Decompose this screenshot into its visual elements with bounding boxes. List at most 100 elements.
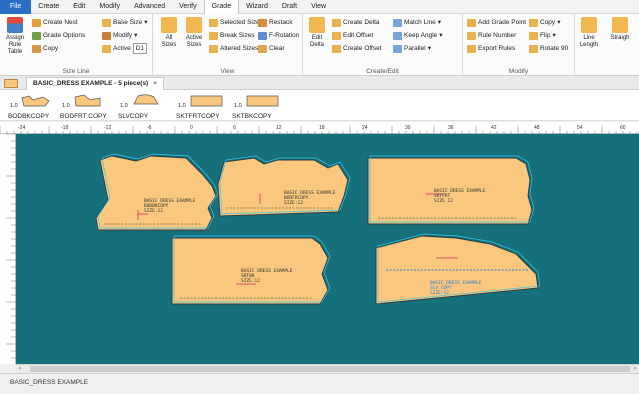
break-sizes-icon bbox=[209, 31, 218, 40]
line-length-button[interactable]: Line Length bbox=[577, 17, 601, 49]
menu-view[interactable]: View bbox=[304, 0, 333, 14]
scroll-left-icon[interactable]: ‹ bbox=[19, 365, 21, 373]
create-delta-button[interactable]: Create Delta bbox=[332, 17, 380, 28]
menu-advanced[interactable]: Advanced bbox=[127, 0, 172, 14]
create-edit-group-label: Create/Edit bbox=[366, 68, 399, 75]
create-delta-icon bbox=[332, 18, 341, 27]
scroll-right-icon[interactable]: › bbox=[634, 365, 636, 373]
piece-thumb-bodbkcopy[interactable]: 1.0 BODBKCOPY bbox=[8, 92, 60, 120]
menu-file[interactable]: File bbox=[0, 0, 32, 14]
match-line-button[interactable]: Match Line ▾ bbox=[393, 17, 441, 28]
piece-name: SKTBKCOPY bbox=[232, 113, 272, 120]
ruler-label: 24 bbox=[362, 125, 368, 131]
active-size-label: Active bbox=[113, 45, 131, 52]
piece-thumb-sktfrtcopy[interactable]: 1.0 SKTFRTCOPY bbox=[176, 92, 234, 120]
pattern-piece-bodfrcopy[interactable]: BASIC DRESS EXAMPLE BODFRCOPY SIZE:12 bbox=[217, 155, 351, 217]
active-sizes-button[interactable]: Active Sizes bbox=[183, 17, 205, 49]
grade-options-button[interactable]: Grade Options bbox=[32, 30, 85, 41]
modify-size-label: Modify bbox=[113, 32, 133, 39]
selected-sizes-button[interactable]: Selected Sizes bbox=[209, 17, 263, 28]
scrollbar-thumb[interactable] bbox=[30, 366, 630, 372]
nest-icon bbox=[32, 18, 41, 27]
ruler-label: 48 bbox=[534, 125, 540, 131]
rule-table-icon bbox=[7, 17, 23, 33]
menu-draft[interactable]: Draft bbox=[275, 0, 304, 14]
document-tab-strip: BASIC_DRESS EXAMPLE - 5 piece(s) × bbox=[0, 76, 639, 90]
ruler-label: 42 bbox=[491, 125, 497, 131]
rotate-90-button[interactable]: Rotate 90 bbox=[529, 43, 568, 54]
tab-close-icon[interactable]: × bbox=[153, 80, 157, 87]
ruler-label: 18 bbox=[319, 125, 325, 131]
copy-rule-button[interactable]: Copy ▾ bbox=[529, 17, 560, 28]
line-group: Line Length Straigh bbox=[575, 14, 639, 75]
horizontal-ruler-ticks: -24 -18 -12 -6 0 6 12 18 24 30 36 42 48 54 60 bbox=[0, 125, 638, 134]
edit-delta-button[interactable]: Edit Delta bbox=[306, 17, 328, 49]
create-nest-label: Create Nest bbox=[43, 19, 78, 26]
piece-text: SIZE 12 bbox=[434, 198, 453, 204]
rotate-90-label: Rotate 90 bbox=[540, 45, 569, 52]
piece-count: 1.0 bbox=[234, 103, 242, 109]
copy-size-button[interactable]: Copy bbox=[32, 43, 58, 54]
active-size-control: Active D1 bbox=[102, 43, 148, 54]
horizontal-scrollbar[interactable]: ‹ › bbox=[16, 364, 639, 373]
keep-angle-button[interactable]: Keep Angle ▾ bbox=[393, 30, 443, 41]
all-sizes-icon bbox=[161, 17, 177, 33]
piece-thumb-bodfrtcopy[interactable]: 1.0 BODFRT COPY bbox=[60, 92, 117, 120]
ruler-label: 0 bbox=[190, 125, 193, 131]
ruler-label: 54 bbox=[577, 125, 583, 131]
piece-thumb-sktbkcopy[interactable]: 1.0 SKTBKCOPY bbox=[232, 92, 290, 120]
piece-thumbnail-icon bbox=[74, 94, 101, 107]
clear-button[interactable]: Clear bbox=[258, 43, 285, 54]
export-rules-label: Export Rules bbox=[478, 45, 516, 52]
pattern-piece-bodbkcopy[interactable]: BASIC DRESS EXAMPLE BODBKCOPY SIZE:12 bbox=[95, 153, 219, 231]
pattern-canvas[interactable]: BASIC DRESS EXAMPLE BODBKCOPY SIZE:12 BA… bbox=[16, 134, 639, 364]
menu-verify[interactable]: Verify bbox=[172, 0, 204, 14]
menu-edit[interactable]: Edit bbox=[66, 0, 92, 14]
edit-offset-label: Edit Offset bbox=[343, 32, 374, 39]
match-line-label: Match Line bbox=[404, 19, 436, 26]
pattern-canvas-drawing: BASIC DRESS EXAMPLE BODBKCOPY SIZE:12 BA… bbox=[95, 153, 541, 305]
parallel-icon bbox=[393, 44, 402, 53]
piece-text: SIZE:12 bbox=[430, 290, 449, 296]
create-offset-button[interactable]: Create Offset bbox=[332, 43, 382, 54]
piece-name: BODBKCOPY bbox=[8, 113, 50, 120]
parallel-button[interactable]: Parallel ▾ bbox=[393, 43, 431, 54]
add-grade-point-button[interactable]: Add Grade Point bbox=[467, 17, 526, 28]
edit-offset-button[interactable]: Edit Offset bbox=[332, 30, 373, 41]
menu-modify[interactable]: Modify bbox=[92, 0, 127, 14]
restack-button[interactable]: Restack bbox=[258, 17, 292, 28]
menu-wizard[interactable]: Wizard bbox=[239, 0, 275, 14]
ruler-label: -12 bbox=[104, 125, 111, 131]
copy-rule-icon bbox=[529, 18, 538, 27]
straighten-button[interactable]: Straigh bbox=[605, 17, 635, 42]
menu-grade[interactable]: Grade bbox=[203, 0, 240, 14]
pattern-piece-sktfrt[interactable]: BASIC DRESS EXAMPLE SKTFRT SIZE 12 bbox=[367, 155, 535, 225]
document-tab[interactable]: BASIC_DRESS EXAMPLE - 5 piece(s) × bbox=[26, 77, 165, 90]
break-sizes-button[interactable]: Break Sizes bbox=[209, 30, 255, 41]
pattern-piece-slvcopy[interactable]: BASIC DRESS EXAMPLE SLV COPY SIZE:12 bbox=[375, 233, 541, 305]
piece-name: BODFRT COPY bbox=[60, 113, 107, 120]
base-size-button[interactable]: Base Size ▾ bbox=[102, 17, 148, 28]
piece-thumbnail-icon bbox=[246, 95, 279, 107]
piece-thumb-slvcopy[interactable]: 1.0 SLVCOPY bbox=[118, 92, 172, 120]
modify-size-button[interactable]: Modify ▾ bbox=[102, 30, 137, 41]
active-size-select[interactable]: D1 bbox=[132, 43, 148, 54]
altered-sizes-button[interactable]: Altered Sizes bbox=[209, 43, 258, 54]
export-rules-button[interactable]: Export Rules bbox=[467, 43, 515, 54]
rule-number-button[interactable]: Rule Number bbox=[467, 30, 516, 41]
menu-bar: File Create Edit Modify Advanced Verify … bbox=[0, 0, 639, 14]
document-tab-title: BASIC_DRESS EXAMPLE - 5 piece(s) bbox=[33, 80, 149, 87]
rule-number-icon bbox=[467, 31, 476, 40]
flip-button[interactable]: Flip ▾ bbox=[529, 30, 556, 41]
assign-rule-table-button[interactable]: Assign Rule Table bbox=[2, 17, 28, 56]
piece-text: SIZE:12 bbox=[144, 208, 163, 214]
modify-group: Add Grade Point Rule Number Export Rules… bbox=[463, 14, 575, 75]
create-nest-button[interactable]: Create Nest bbox=[32, 17, 78, 28]
f-rotation-button[interactable]: F-Rotation bbox=[258, 30, 299, 41]
ribbon: Assign Rule Table Create Nest Grade Opti… bbox=[0, 14, 639, 76]
active-size-icon bbox=[102, 44, 111, 53]
all-sizes-button[interactable]: All Sizes bbox=[159, 17, 179, 49]
keep-angle-icon bbox=[393, 31, 402, 40]
menu-create[interactable]: Create bbox=[31, 0, 66, 14]
pattern-piece-sktbk[interactable]: BASIC DRESS EXAMPLE SKTBK SIZE:12 bbox=[171, 235, 331, 305]
